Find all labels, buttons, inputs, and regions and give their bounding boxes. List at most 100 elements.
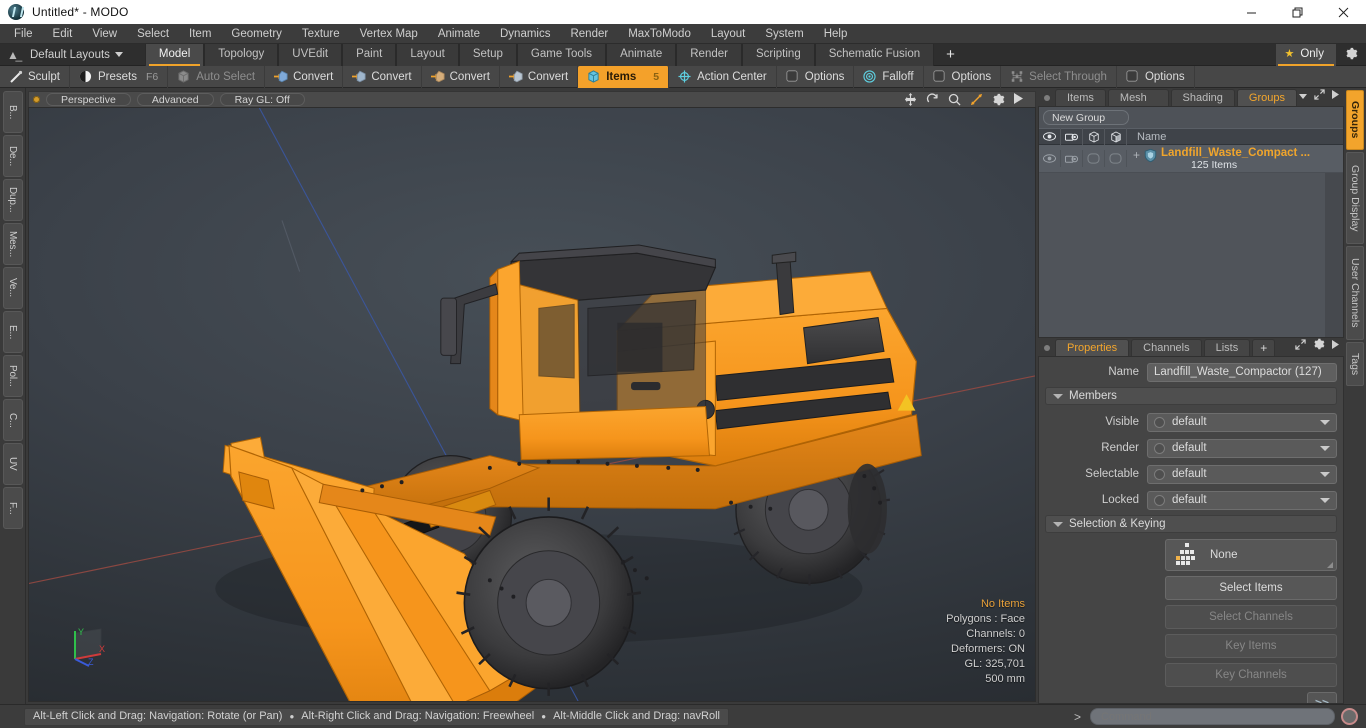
tab-uvedit[interactable]: UVEdit bbox=[278, 43, 343, 66]
right-tab-tags[interactable]: Tags bbox=[1346, 342, 1364, 386]
menu-item-system[interactable]: System bbox=[755, 24, 813, 44]
row-selectable-toggle[interactable] bbox=[1083, 150, 1105, 167]
tab-shading[interactable]: Shading bbox=[1170, 89, 1235, 106]
left-tab-deform[interactable]: De... bbox=[2, 135, 23, 177]
zoom-icon[interactable] bbox=[948, 93, 961, 106]
expand-icon[interactable] bbox=[1295, 338, 1306, 353]
locked-dropdown[interactable]: default bbox=[1147, 490, 1337, 510]
select-items-button[interactable]: Select Items bbox=[1165, 576, 1337, 600]
command-input[interactable] bbox=[1090, 708, 1335, 725]
menu-item-render[interactable]: Render bbox=[560, 24, 618, 44]
members-section-header[interactable]: Members bbox=[1045, 387, 1337, 405]
sculpt-button[interactable]: Sculpt bbox=[0, 65, 70, 88]
maximize-icon[interactable] bbox=[1274, 0, 1320, 24]
name-field[interactable]: Landfill_Waste_Compactor (127) bbox=[1147, 362, 1337, 382]
options-button-2[interactable]: Options bbox=[924, 65, 1002, 88]
tab-setup[interactable]: Setup bbox=[458, 43, 517, 66]
rotate-icon[interactable] bbox=[926, 93, 939, 106]
expand-toggle[interactable]: + bbox=[1133, 147, 1140, 161]
row-camera-icon[interactable] bbox=[1061, 150, 1083, 167]
left-tab-edge[interactable]: E... bbox=[2, 311, 23, 353]
menu-item-item[interactable]: Item bbox=[179, 24, 221, 44]
tab-groups[interactable]: Groups bbox=[1236, 89, 1297, 106]
menu-item-animate[interactable]: Animate bbox=[428, 24, 490, 44]
new-group-button[interactable]: New Group bbox=[1043, 110, 1129, 125]
left-tab-polygon[interactable]: Pol... bbox=[2, 355, 23, 397]
tab-scripting[interactable]: Scripting bbox=[741, 43, 815, 66]
convert-button-4[interactable]: Convert bbox=[500, 65, 579, 88]
more-button[interactable]: >> bbox=[1307, 692, 1337, 703]
home-up-icon[interactable]: ▲̲ bbox=[0, 48, 26, 62]
expand-icon[interactable] bbox=[1314, 89, 1325, 103]
tab-channels[interactable]: Channels bbox=[1131, 339, 1202, 356]
menu-item-view[interactable]: View bbox=[82, 24, 127, 44]
tab-items[interactable]: Items bbox=[1055, 89, 1106, 106]
auto-select-button[interactable]: Auto Select bbox=[168, 65, 266, 88]
tab-schematic-fusion[interactable]: Schematic Fusion bbox=[814, 43, 935, 66]
left-tab-duplicate[interactable]: Dup... bbox=[2, 179, 23, 221]
visible-dropdown[interactable]: default bbox=[1147, 412, 1337, 432]
menu-item-layout[interactable]: Layout bbox=[701, 24, 756, 44]
options-button-1[interactable]: Options bbox=[777, 65, 855, 88]
close-icon[interactable] bbox=[1320, 0, 1366, 24]
selectable-radio[interactable] bbox=[1154, 468, 1165, 480]
left-tab-mesh[interactable]: Mes... bbox=[2, 223, 23, 265]
default-layouts-dropdown[interactable]: Default Layouts bbox=[26, 49, 131, 61]
groups-list-empty-area[interactable] bbox=[1039, 173, 1343, 337]
selectable-dropdown[interactable]: default bbox=[1147, 464, 1337, 484]
play-icon[interactable] bbox=[1332, 339, 1339, 352]
add-tab-button[interactable]: + bbox=[934, 45, 967, 65]
render-radio[interactable] bbox=[1154, 442, 1165, 454]
viewport-raygl-dropdown[interactable]: Ray GL: Off bbox=[219, 93, 305, 106]
render-dropdown[interactable]: default bbox=[1147, 438, 1337, 458]
gear-icon[interactable] bbox=[992, 93, 1005, 106]
left-tab-uv[interactable]: UV bbox=[2, 443, 23, 485]
convert-button-2[interactable]: Convert bbox=[343, 65, 422, 88]
right-tab-groups[interactable]: Groups bbox=[1346, 90, 1364, 150]
fit-icon[interactable] bbox=[970, 93, 983, 106]
menu-item-edit[interactable]: Edit bbox=[43, 24, 83, 44]
tab-topology[interactable]: Topology bbox=[204, 43, 279, 66]
right-tab-user-channels[interactable]: User Channels bbox=[1346, 246, 1364, 340]
row-locked-toggle[interactable] bbox=[1105, 150, 1127, 167]
tab-paint[interactable]: Paint bbox=[342, 43, 397, 66]
only-toggle[interactable]: ★ Only bbox=[1276, 43, 1336, 66]
3d-viewport[interactable]: Y X Z No Items Polygons : Face Channels:… bbox=[28, 107, 1036, 702]
panel-menu-dot-icon[interactable] bbox=[1044, 345, 1050, 351]
play-icon[interactable] bbox=[1014, 93, 1027, 106]
items-mode-button[interactable]: Items 5 bbox=[578, 65, 670, 88]
tab-mesh[interactable]: Mesh ... bbox=[1107, 89, 1169, 120]
selection-preset-picker[interactable]: None bbox=[1165, 539, 1337, 571]
key-channels-button[interactable]: Key Channels bbox=[1165, 663, 1337, 687]
falloff-button[interactable]: Falloff bbox=[854, 65, 924, 88]
play-icon[interactable] bbox=[1332, 90, 1339, 102]
add-properties-tab-button[interactable]: + bbox=[1252, 339, 1276, 356]
row-eye-icon[interactable] bbox=[1039, 150, 1061, 167]
move-icon[interactable] bbox=[904, 93, 917, 106]
locked-radio[interactable] bbox=[1154, 494, 1165, 506]
menu-item-geometry[interactable]: Geometry bbox=[221, 24, 292, 44]
viewport-menu-dot-icon[interactable] bbox=[33, 96, 40, 103]
tab-animate[interactable]: Animate bbox=[606, 43, 677, 66]
left-tab-curve[interactable]: C... bbox=[2, 399, 23, 441]
chevron-down-icon[interactable] bbox=[1299, 93, 1307, 99]
left-tab-fusion[interactable]: F... bbox=[2, 487, 23, 529]
key-items-button[interactable]: Key Items bbox=[1165, 634, 1337, 658]
convert-button-1[interactable]: Convert bbox=[265, 65, 344, 88]
menu-item-help[interactable]: Help bbox=[814, 24, 858, 44]
viewport-shading-dropdown[interactable]: Advanced bbox=[136, 93, 214, 106]
tab-render[interactable]: Render bbox=[676, 43, 742, 66]
select-through-button[interactable]: Select Through bbox=[1001, 65, 1117, 88]
record-icon[interactable] bbox=[1341, 708, 1358, 725]
panel-menu-dot-icon[interactable] bbox=[1044, 95, 1050, 101]
select-channels-button[interactable]: Select Channels bbox=[1165, 605, 1337, 629]
menu-item-file[interactable]: File bbox=[4, 24, 43, 44]
left-tab-vertex[interactable]: Ve... bbox=[2, 267, 23, 309]
gear-icon[interactable] bbox=[1313, 338, 1325, 353]
presets-button[interactable]: Presets F6 bbox=[70, 65, 169, 88]
gear-icon[interactable] bbox=[1336, 47, 1366, 63]
menu-item-dynamics[interactable]: Dynamics bbox=[490, 24, 560, 44]
options-button-3[interactable]: Options bbox=[1117, 65, 1195, 88]
menu-item-vertex-map[interactable]: Vertex Map bbox=[350, 24, 428, 44]
minimize-icon[interactable] bbox=[1228, 0, 1274, 24]
